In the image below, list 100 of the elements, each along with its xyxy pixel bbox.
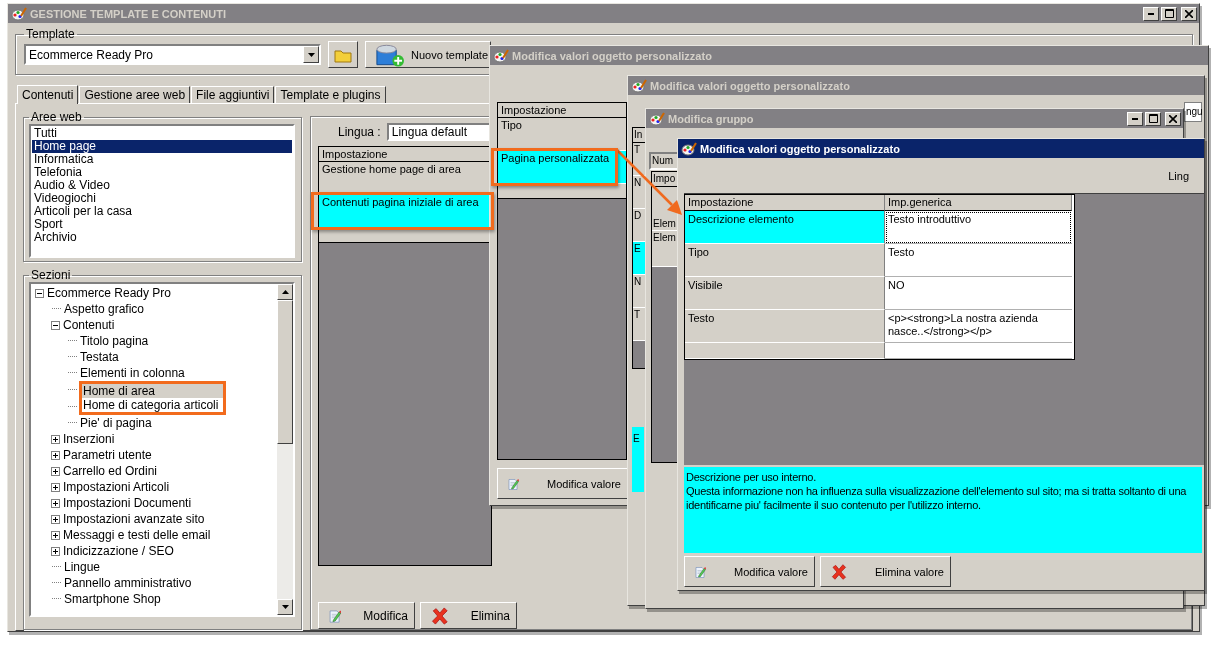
list-item[interactable]: Archivio: [32, 231, 292, 244]
tree-item[interactable]: Pie' di pagina: [79, 416, 153, 430]
tree-item[interactable]: Impostazioni avanzate sito: [62, 512, 206, 526]
table-cell[interactable]: Elem: [652, 231, 680, 267]
table-cell[interactable]: Testo: [685, 310, 885, 343]
expand-toggle[interactable]: [51, 466, 60, 476]
close-icon: [1169, 114, 1177, 123]
edit-button[interactable]: Modifica valore: [497, 468, 628, 499]
expand-toggle[interactable]: [51, 498, 60, 508]
table-cell[interactable]: Descrizione elemento: [685, 211, 885, 244]
expand-toggle[interactable]: [51, 546, 60, 556]
close-button[interactable]: [1181, 6, 1197, 21]
template-dropdown[interactable]: Ecommerce Ready Pro: [24, 44, 321, 65]
palette-icon: [681, 141, 697, 156]
expand-toggle[interactable]: [51, 482, 60, 492]
close-icon: [1185, 9, 1193, 18]
close-button[interactable]: [1165, 111, 1181, 126]
scrollbar[interactable]: [277, 284, 293, 615]
tree-item[interactable]: Inserzioni: [62, 432, 116, 446]
column-header: In: [633, 128, 645, 143]
tab[interactable]: Template e plugins: [275, 86, 386, 103]
scroll-up-button[interactable]: [277, 284, 293, 300]
tree-item[interactable]: Parametri utente: [62, 448, 153, 462]
scroll-down-button[interactable]: [277, 599, 293, 615]
tree-item[interactable]: Ecommerce Ready Pro: [46, 286, 173, 300]
tree-item[interactable]: Elementi in colonna: [79, 366, 186, 380]
list-item[interactable]: Tutti: [32, 127, 292, 140]
palette-icon: [11, 6, 27, 21]
tab[interactable]: File aggiuntivi: [191, 86, 275, 103]
column-header: Imp.generica: [885, 195, 1072, 211]
column-header: Impostazione: [498, 103, 626, 118]
list-item[interactable]: Articoli per la casa: [32, 205, 292, 218]
minimize-icon: [1148, 12, 1154, 15]
column-header: Impo: [652, 172, 680, 187]
scroll-thumb[interactable]: [277, 300, 293, 444]
tree-item[interactable]: Home di categoria articoli: [79, 398, 227, 415]
table-cell[interactable]: T: [633, 308, 645, 341]
window-title: Modifica valori oggetto personalizzato: [650, 79, 850, 92]
column-header: Impostazione: [319, 147, 491, 162]
tree-item[interactable]: Messaggi e testi delle email: [62, 528, 212, 542]
minimize-button[interactable]: [1127, 111, 1143, 126]
tab[interactable]: Gestione aree web: [79, 86, 191, 103]
table-cell[interactable]: N: [633, 176, 645, 209]
group-label: Sezioni: [30, 268, 72, 282]
table-cell[interactable]: Tipo: [685, 244, 885, 277]
table-cell[interactable]: E: [633, 242, 645, 275]
list-item[interactable]: Sport: [32, 218, 292, 231]
list-item[interactable]: Home page: [32, 140, 292, 153]
list-item[interactable]: Videogiochi: [32, 192, 292, 205]
new-template-button[interactable]: Nuovo template: [365, 41, 491, 68]
palette-icon: [493, 48, 509, 63]
table-cell[interactable]: Testo introduttivo: [885, 211, 1072, 244]
table-cell[interactable]: D: [633, 209, 645, 242]
tree-item[interactable]: Contenuti: [62, 318, 116, 332]
expand-toggle[interactable]: [51, 530, 60, 540]
maximize-button[interactable]: [1161, 6, 1177, 21]
tab[interactable]: Contenuti: [17, 85, 79, 104]
edit-button[interactable]: Modifica: [318, 602, 415, 629]
minimize-button[interactable]: [1143, 6, 1159, 21]
tree-item[interactable]: Testata: [79, 350, 120, 364]
list-item[interactable]: Audio & Video: [32, 179, 292, 192]
expand-toggle[interactable]: [51, 514, 60, 524]
tree-item[interactable]: Lingue: [63, 560, 102, 574]
language-dropdown[interactable]: ngu: [1184, 102, 1202, 122]
tree-item[interactable]: Indicizzazione / SEO: [62, 544, 175, 558]
tree-item[interactable]: Pannello amministrativo: [63, 576, 193, 590]
maximize-icon: [1164, 9, 1174, 18]
delete-button[interactable]: Elimina valore: [820, 556, 951, 587]
table-cell[interactable]: Visibile: [685, 277, 885, 310]
list-item[interactable]: Informatica: [32, 153, 292, 166]
tree-item[interactable]: Home di area: [79, 381, 227, 398]
delete-button[interactable]: Elimina: [420, 602, 517, 629]
tree-item[interactable]: Carrello ed Ordini: [62, 464, 159, 478]
dropdown-button[interactable]: [303, 46, 319, 63]
table-cell[interactable]: N: [633, 275, 645, 308]
description-box: Descrizione per uso interno. Questa informazione non ha influenza sulla visualizzazione dell'elemento sul sito; ma si tratta soltanto di una identificarne piu' facilmente il suo contenuto per l'utilizzo interno.: [684, 467, 1202, 553]
tree-item[interactable]: Aspetto grafico: [63, 302, 146, 316]
description-box: E: [632, 427, 644, 492]
maximize-button[interactable]: [1145, 111, 1161, 126]
palette-icon: [649, 111, 665, 126]
palette-icon: [631, 78, 647, 93]
group-label: Aree web: [30, 110, 83, 124]
folder-button[interactable]: [328, 41, 358, 68]
window-title: Modifica valori oggetto personalizzato: [512, 49, 712, 62]
expand-toggle[interactable]: [51, 434, 60, 444]
tree-item[interactable]: Titolo pagina: [79, 334, 150, 348]
group-label: Template: [25, 27, 76, 41]
tree-item[interactable]: Impostazioni Documenti: [62, 496, 193, 510]
tree-item[interactable]: Smartphone Shop: [63, 592, 162, 606]
tree-item[interactable]: Impostazioni Articoli: [62, 480, 171, 494]
collapse-toggle[interactable]: [35, 288, 44, 298]
window-title: GESTIONE TEMPLATE E CONTENUTI: [30, 7, 226, 20]
language-dropdown[interactable]: Lingua default: [386, 123, 491, 141]
field-label: Ling: [1168, 169, 1189, 182]
list-item[interactable]: Telefonia: [32, 166, 292, 179]
maximize-icon: [1148, 114, 1158, 123]
edit-button[interactable]: Modifica valore: [684, 556, 815, 587]
expand-toggle[interactable]: [51, 450, 60, 460]
window-title: Modifica valori oggetto personalizzato: [700, 142, 900, 155]
collapse-toggle[interactable]: [51, 320, 60, 330]
